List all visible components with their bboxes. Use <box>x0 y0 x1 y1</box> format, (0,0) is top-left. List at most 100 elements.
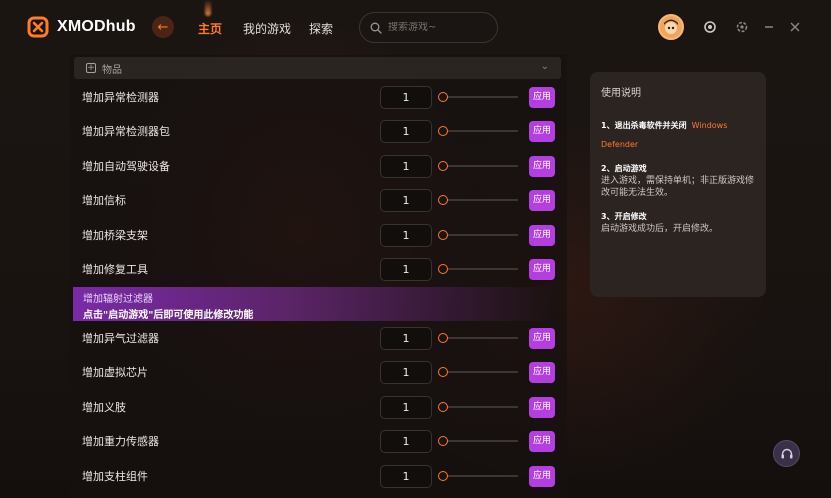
table-row: 增加重力传感器 1 应用 <box>70 424 567 458</box>
back-arrow-icon: ← <box>157 19 169 35</box>
xmodhub-logo-icon <box>27 16 49 38</box>
apply-button[interactable]: 应用 <box>529 327 555 349</box>
close-icon[interactable] <box>788 20 802 34</box>
quantity-input[interactable]: 1 <box>380 154 432 178</box>
slider-knob[interactable] <box>438 367 448 377</box>
settings-icon[interactable] <box>735 20 749 34</box>
nav-my-games[interactable]: 我的游戏 <box>243 20 291 37</box>
quantity-input[interactable]: 1 <box>380 119 432 143</box>
slider-knob[interactable] <box>438 126 448 136</box>
user-avatar[interactable] <box>658 14 684 40</box>
instruction-step-3: 3、开启修改 启动游戏成功后，开启修改。 <box>601 211 755 235</box>
apply-button[interactable]: 应用 <box>529 258 555 280</box>
quantity-input[interactable]: 1 <box>380 85 432 109</box>
back-button[interactable]: ← <box>152 16 174 38</box>
table-row: 增加异常检测器 1 应用 <box>70 80 567 114</box>
row-label: 增加支柱组件 <box>82 470 148 483</box>
quantity-slider[interactable] <box>438 435 518 447</box>
quantity-input[interactable]: 1 <box>380 429 432 453</box>
quantity-slider[interactable] <box>438 366 518 378</box>
notification-icon[interactable] <box>703 20 717 34</box>
instruction-step-2: 2、启动游戏 进入游戏，需保持单机；非正版游戏修改可能无法生效。 <box>601 163 755 199</box>
quantity-slider[interactable] <box>438 332 518 344</box>
apply-button[interactable]: 应用 <box>529 465 555 487</box>
minimize-icon[interactable] <box>762 20 776 34</box>
quantity-slider[interactable] <box>438 229 518 241</box>
instructions-title: 使用说明 <box>601 88 641 99</box>
table-row: 增加异气过滤器 1 应用 <box>70 321 567 355</box>
row-label: 增加异常检测器包 <box>82 125 170 138</box>
quantity-input[interactable]: 1 <box>380 464 432 488</box>
search-icon <box>370 22 382 34</box>
slider-knob[interactable] <box>438 436 448 446</box>
headset-icon <box>781 448 792 458</box>
quantity-input[interactable]: 1 <box>380 326 432 350</box>
slider-knob[interactable] <box>438 92 448 102</box>
quantity-input[interactable]: 1 <box>380 188 432 212</box>
support-button[interactable] <box>773 440 800 467</box>
nav-home[interactable]: 主页 <box>198 20 222 37</box>
table-row: 增加异常检测器包 1 应用 <box>70 114 567 148</box>
slider-knob[interactable] <box>438 402 448 412</box>
step-2-body: 进入游戏，需保持单机；非正版游戏修改可能无法生效。 <box>601 176 755 198</box>
slider-knob[interactable] <box>438 471 448 481</box>
table-row: 增加虚拟芯片 1 应用 <box>70 355 567 389</box>
row-label: 增加异气过滤器 <box>82 332 159 345</box>
table-row: 增加桥梁支架 1 应用 <box>70 218 567 252</box>
quantity-slider[interactable] <box>438 194 518 206</box>
brand-name: XMODhub <box>57 18 136 35</box>
slider-knob[interactable] <box>438 161 448 171</box>
apply-button[interactable]: 应用 <box>529 396 555 418</box>
locked-feature-banner: 增加辐射过滤器 点击"启动游戏"后即可使用此修改功能 <box>73 287 556 321</box>
apply-button[interactable]: 应用 <box>529 155 555 177</box>
banner-message: 点击"启动游戏"后即可使用此修改功能 <box>83 310 254 321</box>
cheat-list-panel: + 物品 ⌄ 增加异常检测器 1 应用 增加异常检测器包 1 应用 增加自动驾驶… <box>70 55 567 498</box>
avatar-face-icon <box>664 19 678 34</box>
search-box[interactable] <box>359 12 498 43</box>
quantity-slider[interactable] <box>438 263 518 275</box>
instructions-panel: 使用说明 1、退出杀毒软件并关闭 Windows Defender 2、启动游戏… <box>590 72 766 297</box>
nav-explore[interactable]: 探索 <box>309 20 333 37</box>
nav-active-indicator <box>205 0 211 16</box>
table-row: 增加自动驾驶设备 1 应用 <box>70 149 567 183</box>
apply-button[interactable]: 应用 <box>529 224 555 246</box>
row-label: 增加信标 <box>82 194 126 207</box>
table-row: 增加信标 1 应用 <box>70 183 567 217</box>
slider-knob[interactable] <box>438 195 448 205</box>
category-header-items[interactable]: + 物品 ⌄ <box>74 57 561 79</box>
step-2-heading: 2、启动游戏 <box>601 164 647 173</box>
slider-knob[interactable] <box>438 264 448 274</box>
apply-button[interactable]: 应用 <box>529 430 555 452</box>
quantity-input[interactable]: 1 <box>380 223 432 247</box>
row-label: 增加重力传感器 <box>82 435 159 448</box>
step-1-heading: 1、退出杀毒软件并关闭 <box>601 121 687 130</box>
quantity-slider[interactable] <box>438 470 518 482</box>
table-row: 增加义肢 1 应用 <box>70 390 567 424</box>
table-row: 增加修复工具 1 应用 <box>70 252 567 286</box>
apply-button[interactable]: 应用 <box>529 120 555 142</box>
quantity-slider[interactable] <box>438 160 518 172</box>
slider-knob[interactable] <box>438 333 448 343</box>
quantity-slider[interactable] <box>438 401 518 413</box>
quantity-input[interactable]: 1 <box>380 360 432 384</box>
banner-row-label: 增加辐射过滤器 <box>83 294 153 305</box>
quantity-input[interactable]: 1 <box>380 395 432 419</box>
quantity-input[interactable]: 1 <box>380 257 432 281</box>
row-label: 增加修复工具 <box>82 263 148 276</box>
step-3-body: 启动游戏成功后，开启修改。 <box>601 224 719 234</box>
apply-button[interactable]: 应用 <box>529 189 555 211</box>
slider-knob[interactable] <box>438 230 448 240</box>
top-bar: XMODhub ← 主页 我的游戏 探索 <box>0 0 831 56</box>
apply-button[interactable]: 应用 <box>529 361 555 383</box>
category-label: 物品 <box>102 64 122 76</box>
row-label: 增加义肢 <box>82 401 126 414</box>
quantity-slider[interactable] <box>438 91 518 103</box>
row-label: 增加桥梁支架 <box>82 229 148 242</box>
quantity-slider[interactable] <box>438 125 518 137</box>
row-label: 增加异常检测器 <box>82 91 159 104</box>
apply-button[interactable]: 应用 <box>529 86 555 108</box>
search-input[interactable] <box>388 22 488 33</box>
table-row: 增加支柱组件 1 应用 <box>70 459 567 493</box>
instruction-step-1: 1、退出杀毒软件并关闭 Windows Defender <box>601 113 755 151</box>
step-3-heading: 3、开启修改 <box>601 212 647 221</box>
